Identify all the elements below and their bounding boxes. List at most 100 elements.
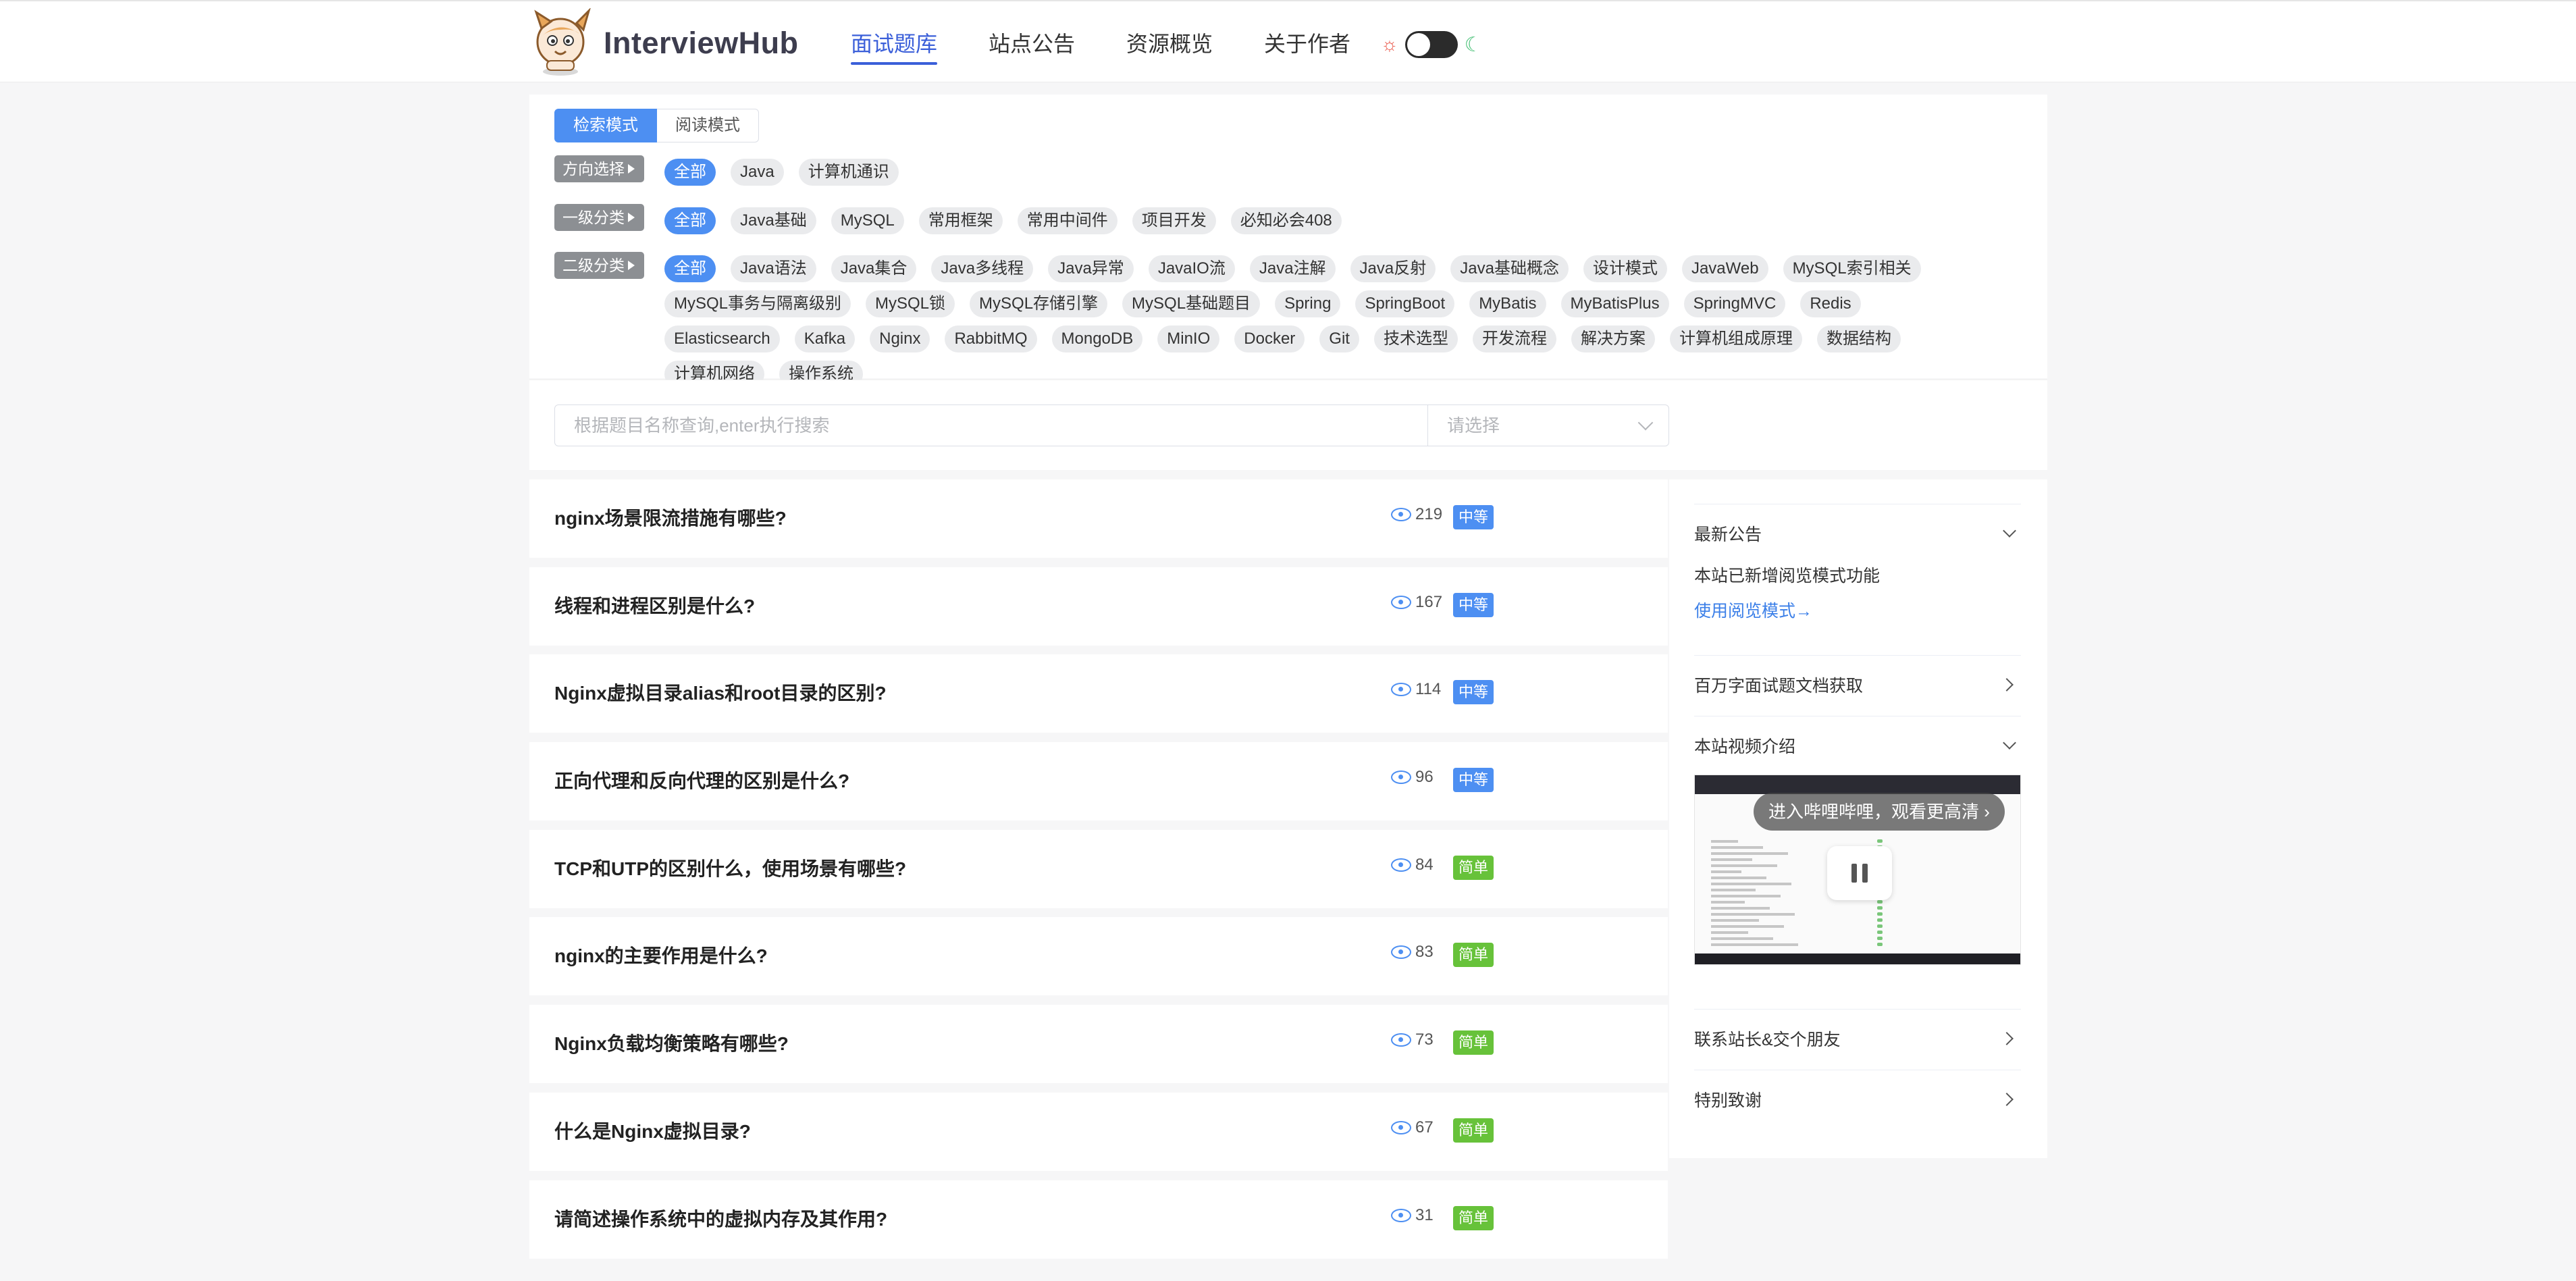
filter-chip[interactable]: SpringMVC — [1683, 290, 1786, 317]
view-count-value: 167 — [1415, 592, 1443, 611]
question-title[interactable]: 请简述操作系统中的虚拟内存及其作用? — [554, 1205, 887, 1232]
filter-chip[interactable]: MySQL事务与隔离级别 — [664, 290, 851, 317]
question-row[interactable]: 线程和进程区别是什么? 167 中等 — [529, 567, 1668, 646]
filter-chip[interactable]: Redis — [1800, 290, 1861, 317]
filter-chip[interactable]: 设计模式 — [1583, 255, 1667, 282]
video-topbar — [1695, 775, 2020, 794]
video-title: 本站视频介绍 — [1694, 737, 1796, 756]
question-row[interactable]: Nginx负载均衡策略有哪些? 73 简单 — [529, 1005, 1668, 1084]
filter-chip[interactable]: Java反射 — [1350, 255, 1436, 282]
announcement-header[interactable]: 最新公告 — [1694, 504, 2021, 563]
tab-search-mode[interactable]: 检索模式 — [554, 109, 657, 142]
filter-chip[interactable]: 常用中间件 — [1017, 207, 1118, 234]
filter-chip[interactable]: 解决方案 — [1571, 325, 1655, 352]
question-title[interactable]: nginx的主要作用是什么? — [554, 941, 768, 968]
question-row[interactable]: TCP和UTP的区别什么，使用场景有哪些? 84 简单 — [529, 829, 1668, 908]
difficulty-select[interactable]: 请选择 — [1428, 404, 1669, 446]
view-count-value: 219 — [1415, 505, 1443, 523]
question-row[interactable]: nginx场景限流措施有哪些? 219 中等 — [529, 479, 1668, 558]
filter-chip[interactable]: MySQL锁 — [866, 290, 955, 317]
question-title[interactable]: 正向代理和反向代理的区别是什么? — [554, 766, 849, 793]
question-title[interactable]: 什么是Nginx虚拟目录? — [554, 1117, 751, 1144]
filter-chip[interactable]: RabbitMQ — [945, 325, 1037, 352]
level2-filter-row: 二级分类 全部 Java语法 Java集合 Java多线程 Java异常 JavaIO流 J… — [554, 252, 1988, 388]
filter-chip[interactable]: Java基础概念 — [1450, 255, 1569, 282]
filter-chip[interactable]: 开发流程 — [1472, 325, 1556, 352]
thanks-header[interactable]: 特别致谢 — [1694, 1070, 2021, 1128]
nav-announcements[interactable]: 站点公告 — [989, 22, 1075, 63]
filter-chip[interactable]: 计算机通识 — [798, 159, 899, 186]
video-player[interactable]: 进入哔哩哔哩，观看更高清 › — [1694, 775, 2021, 965]
filter-chip[interactable]: Java异常 — [1048, 255, 1134, 282]
filter-chip[interactable]: 数据结构 — [1816, 325, 1901, 352]
question-title[interactable]: 线程和进程区别是什么? — [554, 592, 755, 619]
question-row[interactable]: nginx的主要作用是什么? 83 简单 — [529, 917, 1668, 996]
pause-icon[interactable] — [1827, 846, 1892, 900]
filter-chip[interactable]: MySQL — [831, 207, 904, 234]
filter-chip[interactable]: JavaIO流 — [1148, 255, 1235, 282]
nav-question-bank[interactable]: 面试题库 — [851, 22, 938, 65]
filter-chip[interactable]: Java基础 — [731, 207, 816, 234]
filter-chip[interactable]: 技术选型 — [1373, 325, 1458, 352]
filter-chip[interactable]: 全部 — [664, 207, 716, 234]
nav-about-author[interactable]: 关于作者 — [1264, 22, 1350, 63]
question-row[interactable]: Nginx虚拟目录alias和root目录的区别? 114 中等 — [529, 654, 1668, 733]
sidebar-thanks[interactable]: 特别致谢 — [1694, 1070, 2021, 1130]
tab-read-mode[interactable]: 阅读模式 — [657, 109, 759, 142]
question-title[interactable]: TCP和UTP的区别什么，使用场景有哪些? — [554, 854, 906, 881]
filter-chip[interactable]: MySQL索引相关 — [1783, 255, 1921, 282]
question-row[interactable]: 请简述操作系统中的虚拟内存及其作用? 31 简单 — [529, 1180, 1668, 1259]
filter-chip[interactable]: MyBatisPlus — [1560, 290, 1669, 317]
thanks-title: 特别致谢 — [1694, 1091, 1762, 1110]
view-count-value: 73 — [1415, 1030, 1434, 1049]
announcement-title: 最新公告 — [1694, 525, 1762, 544]
sidebar-doc[interactable]: 百万字面试题文档获取 — [1694, 655, 2021, 716]
question-row[interactable]: 什么是Nginx虚拟目录? 67 简单 — [529, 1092, 1668, 1171]
filter-chip[interactable]: 项目开发 — [1132, 207, 1216, 234]
theme-switch[interactable]: ☼ ☾ — [1381, 31, 1483, 58]
filter-chip[interactable]: Elasticsearch — [664, 325, 780, 352]
filter-chip[interactable]: Java集合 — [831, 255, 917, 282]
doc-title: 百万字面试题文档获取 — [1694, 677, 1864, 696]
mascot-logo-icon — [534, 8, 591, 76]
question-title[interactable]: Nginx负载均衡策略有哪些? — [554, 1029, 789, 1056]
contact-header[interactable]: 联系站长&交个朋友 — [1694, 1010, 2021, 1068]
filter-chip[interactable]: MySQL基础题目 — [1122, 290, 1261, 317]
question-row[interactable]: 正向代理和反向代理的区别是什么? 96 中等 — [529, 742, 1668, 821]
level1-filter-row: 一级分类 全部 Java基础 MySQL 常用框架 常用中间件 项目开发 必知必会408 — [554, 204, 1988, 234]
filter-chip[interactable]: 常用框架 — [918, 207, 1003, 234]
filter-chip[interactable]: JavaWeb — [1681, 255, 1768, 282]
filter-chip[interactable]: Java语法 — [731, 255, 816, 282]
bilibili-banner[interactable]: 进入哔哩哔哩，观看更高清 › — [1754, 793, 2005, 831]
video-preview-line — [1711, 883, 1791, 885]
search-input[interactable] — [554, 404, 1428, 446]
filter-chip[interactable]: 全部 — [664, 159, 716, 186]
video-preview-line — [1711, 864, 1777, 867]
filter-chip[interactable]: SpringBoot — [1355, 290, 1455, 317]
theme-toggle[interactable] — [1404, 31, 1458, 58]
filter-chip[interactable]: Docker — [1234, 325, 1305, 352]
filter-chip[interactable]: 计算机组成原理 — [1669, 325, 1802, 352]
filter-chip[interactable]: Spring — [1275, 290, 1341, 317]
filter-chip[interactable]: MyBatis — [1469, 290, 1546, 317]
filter-chip[interactable]: Git — [1319, 325, 1359, 352]
filter-chip[interactable]: 全部 — [664, 255, 716, 282]
filter-chip[interactable]: 必知必会408 — [1230, 207, 1342, 234]
filter-chip[interactable]: MongoDB — [1051, 325, 1143, 352]
filter-chip[interactable]: Java多线程 — [931, 255, 1034, 282]
toggle-knob — [1407, 33, 1430, 56]
filter-chip[interactable]: MinIO — [1157, 325, 1220, 352]
question-title[interactable]: Nginx虚拟目录alias和root目录的区别? — [554, 679, 887, 706]
question-title[interactable]: nginx场景限流措施有哪些? — [554, 504, 787, 531]
video-header[interactable]: 本站视频介绍 — [1694, 716, 2021, 775]
read-mode-link[interactable]: 使用阅览模式→ — [1694, 598, 2021, 622]
doc-header[interactable]: 百万字面试题文档获取 — [1694, 656, 2021, 714]
filter-chip[interactable]: Nginx — [870, 325, 930, 352]
filter-chip[interactable]: Java注解 — [1249, 255, 1336, 282]
nav-resources[interactable]: 资源概览 — [1126, 22, 1213, 63]
filter-chip[interactable]: Kafka — [794, 325, 856, 352]
site-logo[interactable]: InterviewHub — [527, 8, 799, 78]
filter-chip[interactable]: MySQL存储引擎 — [970, 290, 1108, 317]
filter-chip[interactable]: Java — [731, 159, 784, 186]
sidebar-contact[interactable]: 联系站长&交个朋友 — [1694, 1009, 2021, 1070]
